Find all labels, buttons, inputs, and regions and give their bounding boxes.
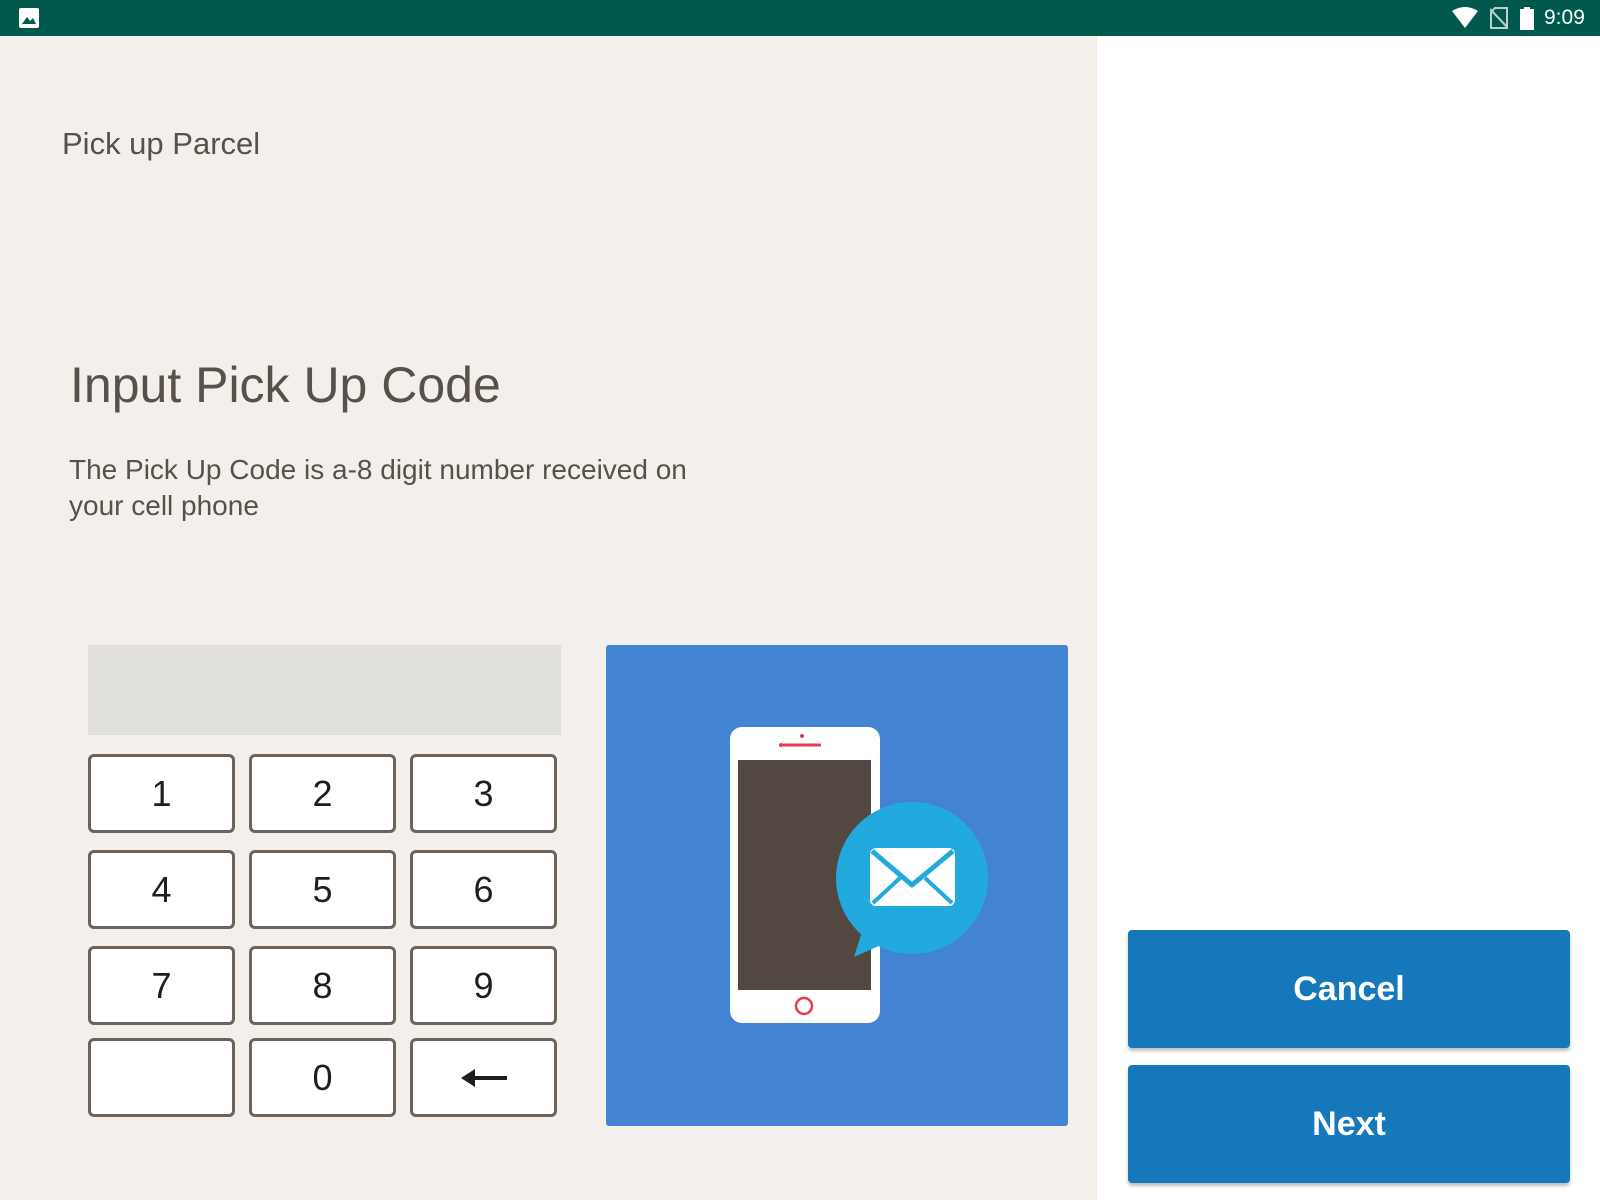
no-sim-icon <box>1490 7 1508 29</box>
key-4[interactable]: 4 <box>88 850 235 929</box>
next-button[interactable]: Next <box>1128 1065 1570 1183</box>
numeric-keypad: 1 2 3 4 5 6 7 8 9 0 <box>88 754 562 1126</box>
key-2[interactable]: 2 <box>249 754 396 833</box>
battery-icon <box>1520 7 1534 30</box>
key-0[interactable]: 0 <box>249 1038 396 1117</box>
key-6[interactable]: 6 <box>410 850 557 929</box>
key-9[interactable]: 9 <box>410 946 557 1025</box>
sms-illustration <box>606 645 1068 1126</box>
key-5[interactable]: 5 <box>249 850 396 929</box>
code-display-field[interactable] <box>88 645 561 735</box>
page-title: Input Pick Up Code <box>70 357 501 413</box>
key-3[interactable]: 3 <box>410 754 557 833</box>
left-arrow-icon <box>460 1068 507 1087</box>
key-7[interactable]: 7 <box>88 946 235 1025</box>
key-blank[interactable] <box>88 1038 235 1117</box>
image-icon <box>19 8 39 28</box>
cancel-button[interactable]: Cancel <box>1128 930 1570 1048</box>
key-1[interactable]: 1 <box>88 754 235 833</box>
key-8[interactable]: 8 <box>249 946 396 1025</box>
instruction-text: The Pick Up Code is a-8 digit number rec… <box>69 454 687 521</box>
content-panel: Pick up Parcel Input Pick Up Code The Pi… <box>0 36 1097 1200</box>
app-title: Pick up Parcel <box>62 126 261 161</box>
backspace-key[interactable] <box>410 1038 557 1117</box>
status-time: 9:09 <box>1544 6 1585 29</box>
status-bar: 9:09 <box>0 0 1600 36</box>
wifi-icon <box>1452 7 1478 28</box>
